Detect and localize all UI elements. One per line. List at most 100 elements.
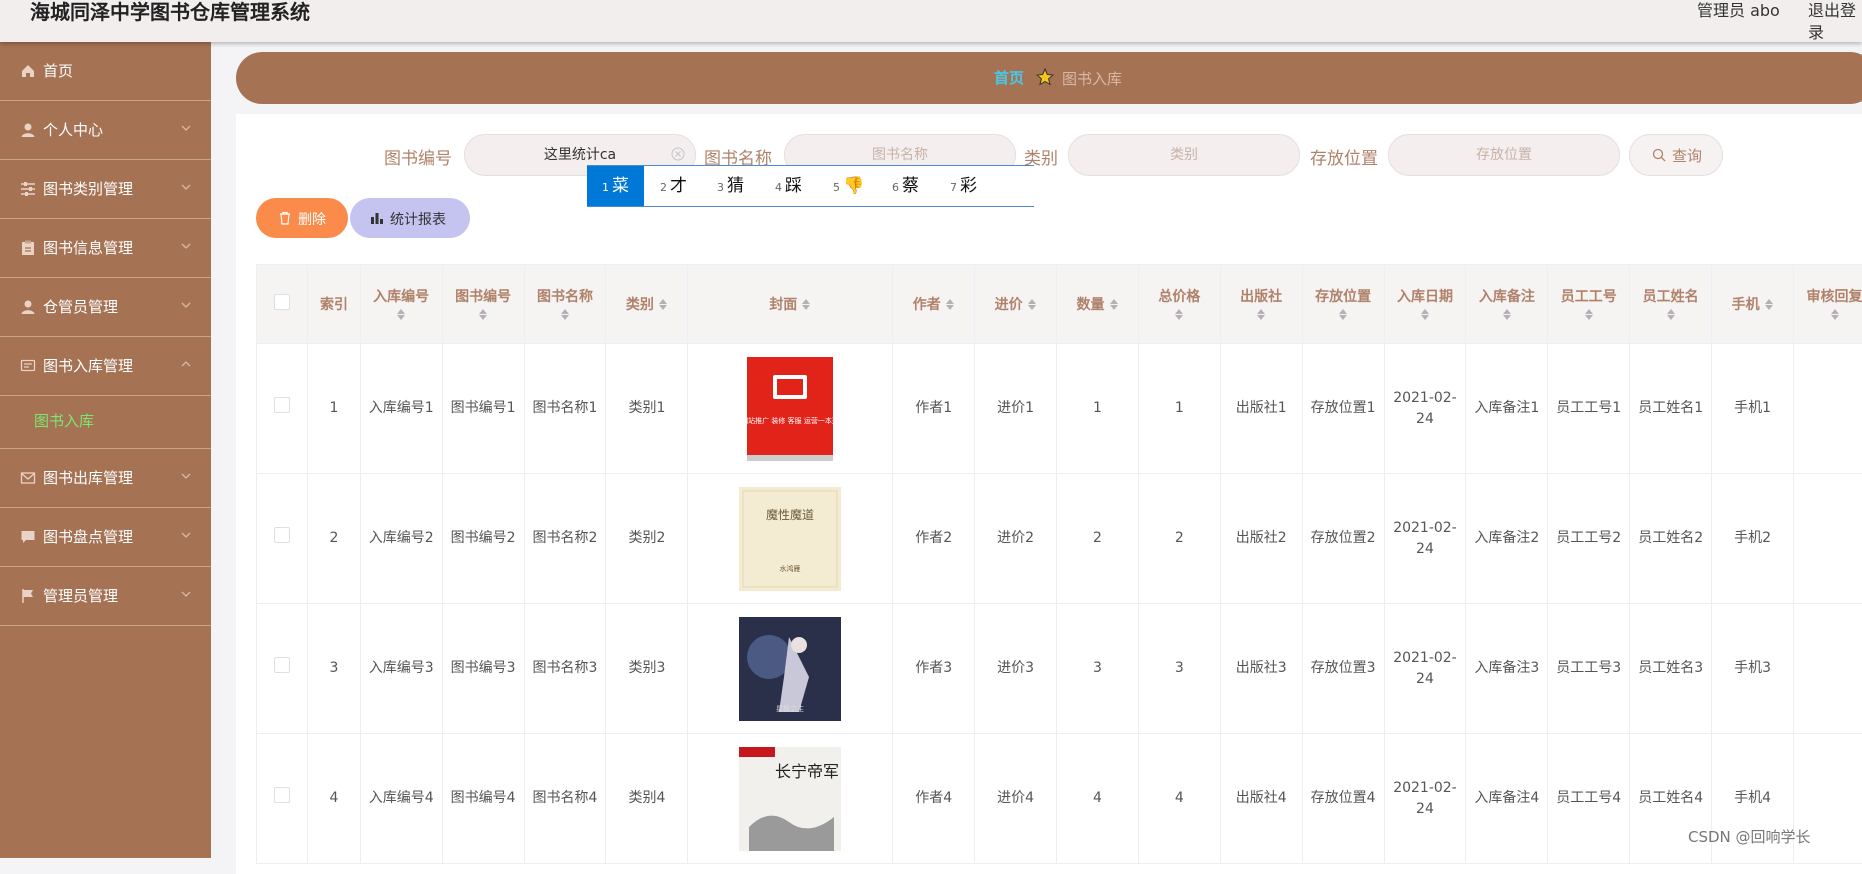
column-header[interactable]: 作者 bbox=[893, 265, 975, 344]
table-cell: 3 bbox=[308, 604, 360, 734]
table-cell: 员工姓名2 bbox=[1630, 474, 1712, 604]
sidebar-item-personal-center[interactable]: 个人中心 bbox=[0, 101, 211, 160]
column-header[interactable]: 封面 bbox=[688, 265, 893, 344]
column-header[interactable]: 审核回复 bbox=[1794, 265, 1862, 344]
delete-button[interactable]: 删除 bbox=[256, 198, 348, 238]
location-label: 存放位置 bbox=[1310, 144, 1378, 169]
column-header[interactable]: 图书名称 bbox=[524, 265, 606, 344]
table-row[interactable]: 3 入库编号3 图书编号3 图书名称3 类别3 星极之主 作者3 进价3 3 bbox=[257, 604, 1862, 734]
table-cell: 1 bbox=[1057, 344, 1139, 474]
sort-icon bbox=[1666, 306, 1676, 322]
table-cell: 存放位置4 bbox=[1302, 734, 1384, 864]
table-cell: 4 bbox=[1057, 734, 1139, 864]
cover-title: 星极之主 bbox=[776, 704, 804, 713]
sidebar-subitem-book-inbound[interactable]: 图书入库 bbox=[0, 396, 211, 449]
ime-candidate[interactable]: 7彩 bbox=[950, 166, 977, 206]
content-panel: 图书编号 这里统计ca 图书名称 图书名称 类别 类别 存放位置 存放位置 查询… bbox=[236, 114, 1862, 874]
sidebar-item-label: 图书出库管理 bbox=[43, 468, 133, 488]
star-icon bbox=[1036, 68, 1054, 86]
row-checkbox[interactable] bbox=[274, 657, 290, 673]
select-all-checkbox[interactable] bbox=[274, 294, 290, 310]
column-header[interactable]: 员工工号 bbox=[1548, 265, 1630, 344]
watermark: CSDN @回响学长 bbox=[1688, 826, 1811, 847]
top-bar: 海城同泽中学图书仓库管理系统 管理员 abo 退出登录 bbox=[0, 0, 1862, 42]
ime-candidate[interactable]: 4踩 bbox=[775, 166, 802, 206]
table-cell: 3 bbox=[1057, 604, 1139, 734]
sort-icon bbox=[1027, 296, 1037, 312]
table-cell: 出版社1 bbox=[1220, 344, 1302, 474]
clear-icon[interactable] bbox=[671, 147, 685, 161]
trash-icon bbox=[278, 211, 292, 225]
column-header[interactable]: 出版社 bbox=[1220, 265, 1302, 344]
report-button[interactable]: 统计报表 bbox=[350, 198, 470, 238]
table-cell: 2021-02-24 bbox=[1384, 604, 1466, 734]
ime-candidate[interactable]: 1菜 bbox=[587, 166, 644, 206]
column-header[interactable]: 入库日期 bbox=[1384, 265, 1466, 344]
table-cell: 存放位置2 bbox=[1302, 474, 1384, 604]
chat-icon bbox=[20, 529, 36, 545]
table-cell: 2021-02-24 bbox=[1384, 344, 1466, 474]
column-header[interactable]: 员工姓名 bbox=[1630, 265, 1712, 344]
breadcrumb-home-link[interactable]: 首页 bbox=[994, 67, 1024, 88]
report-button-label: 统计报表 bbox=[390, 209, 446, 229]
chevron-down-icon bbox=[181, 530, 191, 540]
category-input[interactable]: 类别 bbox=[1068, 134, 1300, 176]
book-cover-image: 星极之主 bbox=[739, 617, 841, 721]
table-cell: 出版社2 bbox=[1220, 474, 1302, 604]
sidebar-item-book-category[interactable]: 图书类别管理 bbox=[0, 160, 211, 219]
column-header[interactable]: 手机 bbox=[1712, 265, 1794, 344]
ime-candidate[interactable]: 6蔡 bbox=[892, 166, 919, 206]
table-cell: 图书编号4 bbox=[442, 734, 524, 864]
column-header[interactable]: 图书编号 bbox=[442, 265, 524, 344]
ime-candidate[interactable]: 2才 bbox=[660, 166, 687, 206]
table-cell: 入库编号1 bbox=[360, 344, 442, 474]
sidebar-item-book-inventory[interactable]: 图书盘点管理 bbox=[0, 508, 211, 567]
breadcrumb: 首页 图书入库 bbox=[236, 52, 1862, 104]
table-cell: 入库备注1 bbox=[1466, 344, 1548, 474]
home-icon bbox=[20, 63, 36, 79]
sort-icon bbox=[1338, 306, 1348, 322]
search-icon bbox=[1652, 148, 1666, 162]
row-checkbox[interactable] bbox=[274, 397, 290, 413]
sort-icon bbox=[1109, 296, 1119, 312]
table-cell: 入库编号3 bbox=[360, 604, 442, 734]
breadcrumb-current: 图书入库 bbox=[1062, 68, 1122, 89]
cover-cell: 长宁帝军 bbox=[688, 734, 893, 864]
table-cell: 类别2 bbox=[606, 474, 688, 604]
sort-icon bbox=[801, 296, 811, 312]
sort-icon bbox=[1830, 306, 1840, 322]
column-header[interactable]: 数量 bbox=[1057, 265, 1139, 344]
sidebar-item-label: 仓管员管理 bbox=[43, 297, 118, 317]
sidebar-item-label: 个人中心 bbox=[43, 120, 103, 140]
location-input[interactable]: 存放位置 bbox=[1388, 134, 1620, 176]
column-header[interactable]: 入库备注 bbox=[1466, 265, 1548, 344]
sidebar-item-admin[interactable]: 管理员管理 bbox=[0, 567, 211, 626]
search-button[interactable]: 查询 bbox=[1629, 134, 1723, 176]
column-header[interactable]: 总价格 bbox=[1138, 265, 1220, 344]
table-row[interactable]: 4 入库编号4 图书编号4 图书名称4 类别4 长宁帝军 作者4 进价4 4 4 bbox=[257, 734, 1862, 864]
ime-candidate[interactable]: 3猜 bbox=[717, 166, 744, 206]
sidebar-subitem-label: 图书入库 bbox=[34, 410, 94, 431]
table-row[interactable]: 2 入库编号2 图书编号2 图书名称2 类别2 魔性魔道 水鸿雁 作者2 进价2… bbox=[257, 474, 1862, 604]
column-header[interactable]: 入库编号 bbox=[360, 265, 442, 344]
sidebar-item-book-inbound[interactable]: 图书入库管理 bbox=[0, 337, 211, 396]
column-header[interactable]: 存放位置 bbox=[1302, 265, 1384, 344]
select-all-checkbox-cell[interactable] bbox=[257, 265, 308, 344]
cover-title: 网站推广 装修 客服 运营一本通 bbox=[741, 416, 839, 425]
logout-link[interactable]: 退出登录 bbox=[1808, 0, 1862, 44]
inbound-table: 索引 入库编号 图书编号 图书名称 类别 封面 作者 进价 数量 总价格 出版社… bbox=[256, 264, 1862, 864]
row-checkbox[interactable] bbox=[274, 787, 290, 803]
sidebar-item-home[interactable]: 首页 bbox=[0, 42, 211, 101]
table-cell: 进价4 bbox=[975, 734, 1057, 864]
column-header[interactable]: 类别 bbox=[606, 265, 688, 344]
cover-author: 水鸿雁 bbox=[780, 564, 801, 573]
sidebar-item-book-info[interactable]: 图书信息管理 bbox=[0, 219, 211, 278]
sidebar-item-book-outbound[interactable]: 图书出库管理 bbox=[0, 449, 211, 508]
sidebar-item-warehouse-staff[interactable]: 仓管员管理 bbox=[0, 278, 211, 337]
table-cell: 图书名称3 bbox=[524, 604, 606, 734]
sort-icon bbox=[1584, 306, 1594, 322]
table-row[interactable]: 1 入库编号1 图书编号1 图书名称1 类别1 网站推广 装修 客服 运营一本通… bbox=[257, 344, 1862, 474]
column-header[interactable]: 进价 bbox=[975, 265, 1057, 344]
row-checkbox[interactable] bbox=[274, 527, 290, 543]
ime-candidate[interactable]: 5👎 bbox=[833, 166, 864, 206]
